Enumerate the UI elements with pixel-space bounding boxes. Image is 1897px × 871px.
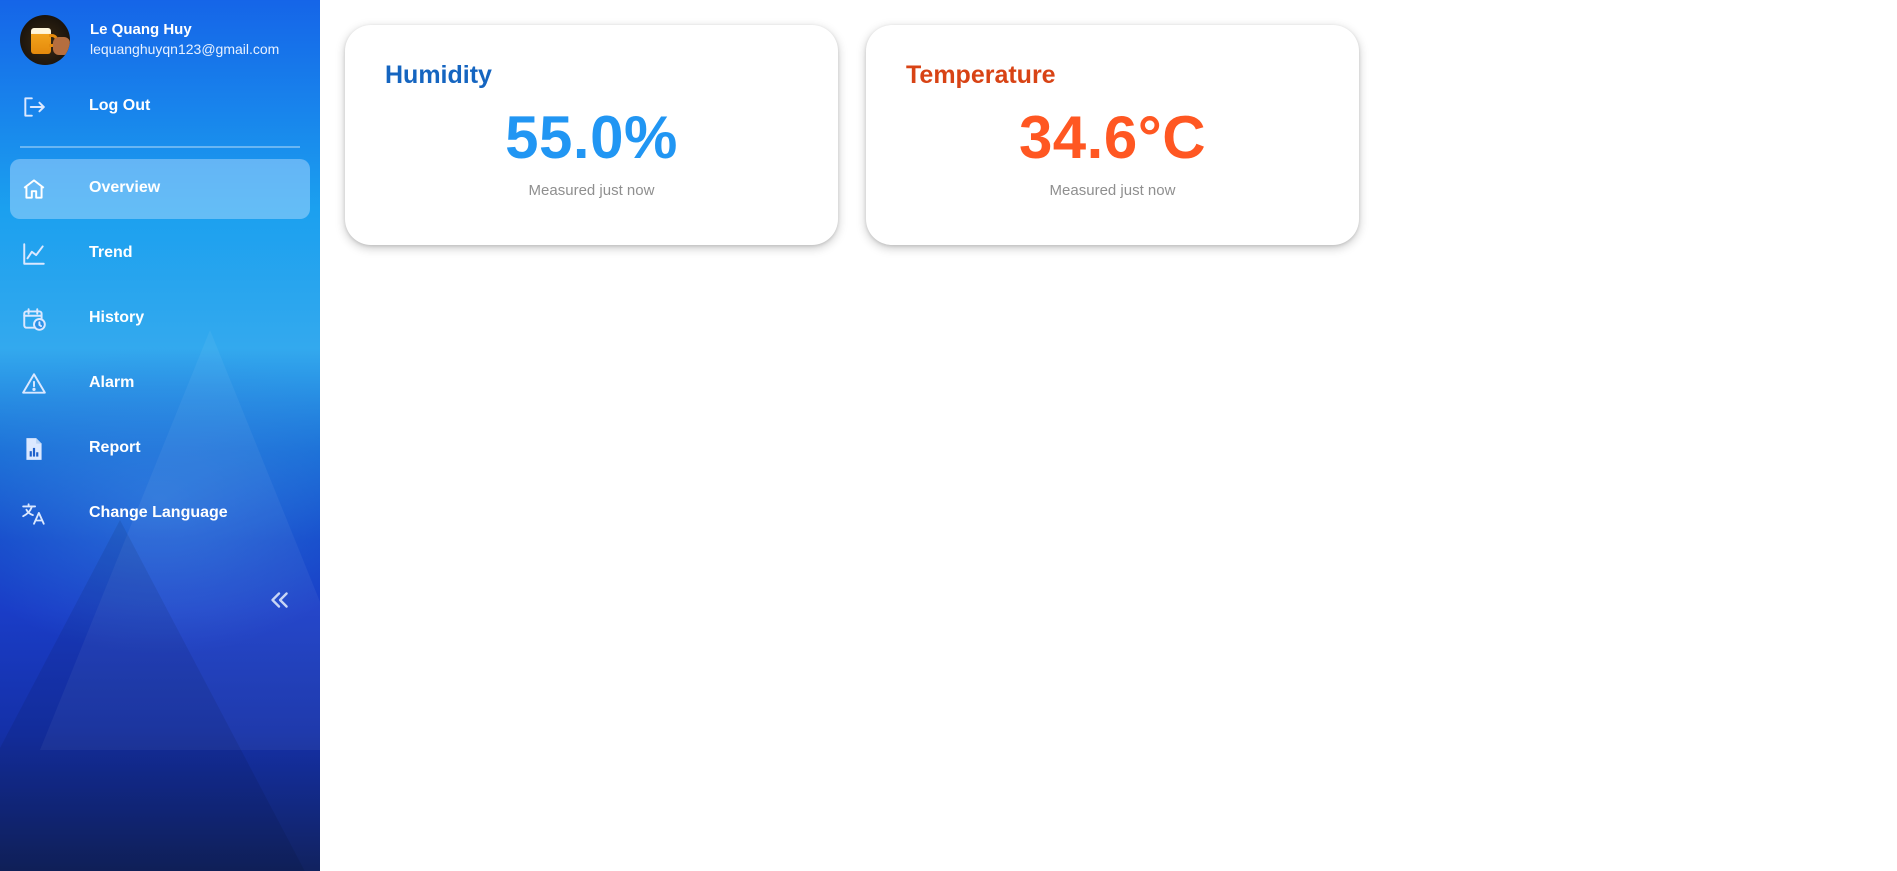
sidebar-item-label: Trend: [89, 244, 133, 261]
sidebar-item-history[interactable]: History: [10, 289, 310, 349]
user-profile[interactable]: Le Quang Huy lequanghuyqn123@gmail.com: [20, 15, 310, 65]
beer-mug-image: [31, 28, 51, 54]
logout-label: Log Out: [89, 97, 151, 114]
translate-icon: [21, 501, 47, 527]
warning-triangle-icon: [21, 371, 47, 397]
sidebar-divider: [20, 146, 300, 148]
temperature-value: 34.6°C: [1018, 104, 1207, 171]
home-icon: [21, 176, 47, 202]
sidebar: Le Quang Huy lequanghuyqn123@gmail.com L…: [0, 0, 320, 871]
logout-icon: [21, 94, 47, 120]
sidebar-item-label: Report: [89, 439, 141, 456]
humidity-card: Humidity 55.0% Measured just now: [345, 25, 838, 245]
profile-name: Le Quang Huy: [90, 21, 192, 38]
temperature-card: Temperature 34.6°C Measured just now: [866, 25, 1359, 245]
sidebar-item-report[interactable]: Report: [10, 419, 310, 479]
sidebar-item-change-language[interactable]: Change Language: [10, 484, 310, 544]
temperature-title: Temperature: [906, 61, 1056, 89]
report-file-icon: [21, 436, 47, 462]
logout-button[interactable]: Log Out: [10, 77, 310, 137]
humidity-value: 55.0%: [505, 104, 678, 171]
sidebar-item-trend[interactable]: Trend: [10, 224, 310, 284]
temperature-measured-note: Measured just now: [1049, 182, 1176, 199]
profile-email: lequanghuyqn123@gmail.com: [90, 41, 280, 57]
sidebar-item-label: Change Language: [89, 504, 228, 521]
collapse-sidebar-button[interactable]: [266, 587, 292, 613]
trend-chart-icon: [21, 241, 47, 267]
sidebar-item-overview[interactable]: Overview: [10, 159, 310, 219]
sidebar-item-label: History: [89, 309, 145, 326]
sidebar-item-label: Alarm: [89, 374, 135, 391]
sidebar-item-label: Overview: [89, 179, 161, 196]
humidity-measured-note: Measured just now: [528, 182, 655, 199]
sidebar-item-alarm[interactable]: Alarm: [10, 354, 310, 414]
avatar: [20, 15, 70, 65]
calendar-clock-icon: [21, 306, 47, 332]
humidity-title: Humidity: [385, 61, 492, 89]
double-chevron-left-icon: [266, 587, 292, 613]
